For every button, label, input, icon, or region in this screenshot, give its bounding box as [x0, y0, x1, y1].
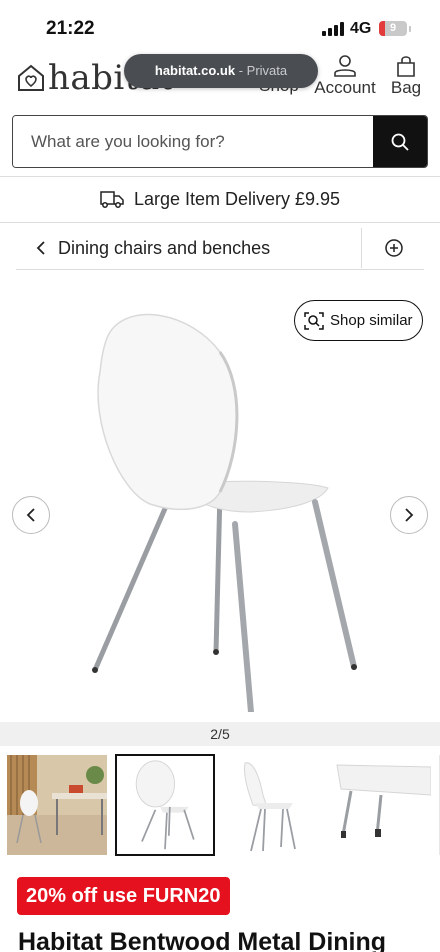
thumbnail-1[interactable]: [7, 755, 107, 855]
nav-bag[interactable]: Bag: [386, 54, 426, 98]
delivery-banner[interactable]: Large Item Delivery £9.95: [0, 177, 440, 221]
url-host: habitat.co.uk: [154, 63, 236, 78]
gallery-next-button[interactable]: [390, 496, 428, 534]
shop-similar-label: Shop similar: [330, 312, 413, 329]
thumbnail-lifestyle-image: [7, 755, 107, 855]
breadcrumb-label: Dining chairs and benches: [58, 238, 271, 258]
bag-icon: [397, 56, 415, 77]
gallery-prev-button[interactable]: [12, 496, 50, 534]
breadcrumb: Dining chairs and benches: [16, 226, 424, 270]
chevron-left-icon: [26, 508, 35, 522]
search-bar: [12, 115, 428, 168]
thumbnail-chair-side-image: [244, 762, 296, 852]
nav-account-label: Account: [314, 78, 376, 97]
heart-house-icon: [18, 64, 44, 91]
plus-circle-icon[interactable]: [382, 236, 406, 260]
truck-icon: [100, 191, 124, 208]
battery-level: 9: [389, 22, 397, 34]
chevron-left-icon: [36, 241, 45, 255]
product-title: Habitat Bentwood Metal Dining: [18, 928, 387, 952]
search-icon: [391, 133, 409, 151]
thumbnail-3[interactable]: [223, 755, 323, 855]
thumbnail-2-selected[interactable]: [115, 754, 215, 856]
shop-similar-button[interactable]: Shop similar: [294, 300, 423, 341]
thumbnail-chair-detail-image: [336, 764, 431, 838]
promo-badge: 20% off use FURN20: [17, 877, 230, 915]
user-icon: [334, 55, 356, 77]
breadcrumb-divider: [361, 228, 362, 268]
search-input[interactable]: [13, 116, 373, 167]
product-image-chair[interactable]: [70, 292, 370, 712]
network-label: 4G: [350, 20, 372, 37]
delivery-text: Large Item Delivery £9.95: [133, 188, 341, 209]
nav-account[interactable]: Account: [312, 54, 378, 98]
url-mode: - Privata: [238, 63, 288, 78]
thumbnail-4[interactable]: [331, 755, 431, 855]
gallery-pager: 2/5: [0, 722, 440, 746]
battery-cap: [409, 26, 411, 32]
signal-icon: [322, 22, 344, 36]
nav-bag-label: Bag: [390, 78, 422, 97]
search-button[interactable]: [373, 116, 427, 167]
status-bar: 21:22 4G 9: [0, 0, 440, 54]
battery-icon: 9: [379, 21, 407, 36]
status-time: 21:22: [46, 18, 95, 39]
product-gallery: Shop similar: [0, 272, 440, 722]
url-pill[interactable]: habitat.co.uk - Privata: [124, 54, 318, 88]
breadcrumb-back-link[interactable]: Dining chairs and benches: [36, 226, 270, 270]
chevron-right-icon: [405, 508, 414, 522]
thumbnail-chair-back-image: [135, 760, 195, 850]
divider: [0, 222, 440, 223]
thumbnail-strip: [0, 752, 440, 858]
visual-search-icon: [304, 311, 324, 330]
